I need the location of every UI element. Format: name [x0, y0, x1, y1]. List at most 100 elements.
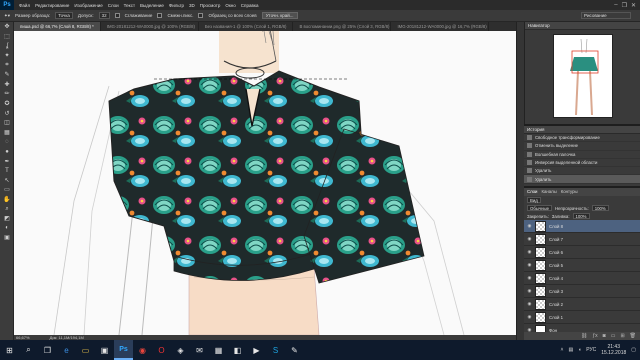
navigator-thumbnail[interactable]: [553, 34, 613, 118]
trash-icon[interactable]: 🗑: [630, 332, 636, 340]
healing-icon[interactable]: ✚: [0, 80, 14, 90]
layer-row[interactable]: ◉ Слой 7: [524, 233, 640, 246]
menu-edit[interactable]: Редактирование: [35, 3, 69, 8]
collapsed-panel-strip[interactable]: [516, 22, 524, 340]
tab-layers[interactable]: Слои: [527, 188, 537, 196]
media-icon[interactable]: ▶: [247, 340, 266, 360]
antialias-checkbox[interactable]: [114, 13, 120, 18]
fill-input[interactable]: 100%: [572, 213, 590, 219]
menu-help[interactable]: Справка: [241, 3, 259, 8]
tab-paths[interactable]: Контуры: [561, 188, 578, 196]
history-tab[interactable]: История: [524, 126, 640, 134]
start-icon[interactable]: ⊞: [0, 340, 19, 360]
tab-document-5[interactable]: IMG-20181212-WA0000.jpg @ 16,7% (RGB/8): [391, 22, 490, 31]
notifications-icon[interactable]: ▢: [631, 347, 636, 353]
link-layers-icon[interactable]: ⛓: [581, 332, 587, 340]
refine-edge-button[interactable]: Уточн. край...: [261, 12, 298, 19]
document-canvas[interactable]: [14, 31, 516, 335]
contiguous-checkbox[interactable]: [157, 13, 163, 18]
menu-file[interactable]: Файл: [19, 3, 30, 8]
layer-row[interactable]: ◉ Слой 1: [524, 311, 640, 324]
tab-document-3[interactable]: Без названия-1 @ 100% (Слой 1, RGB/8): [198, 22, 294, 31]
menu-image[interactable]: Изображение: [74, 3, 102, 8]
screenmode-icon[interactable]: ▣: [0, 233, 14, 243]
magic-wand-tool-icon[interactable]: ✦▾: [4, 13, 10, 19]
menu-window[interactable]: Окно: [225, 3, 235, 8]
layer-row[interactable]: ◉ Слой 3: [524, 285, 640, 298]
history-item[interactable]: Свободное трансформирование: [524, 134, 640, 143]
task-view-icon[interactable]: ❐: [38, 340, 57, 360]
shape-icon[interactable]: ▭: [0, 185, 14, 195]
navigator-tab[interactable]: Навигатор: [525, 22, 640, 30]
yandex-icon[interactable]: ◈: [171, 340, 190, 360]
blend-mode-select[interactable]: Обычные: [527, 205, 552, 211]
tab-document-2[interactable]: IMG-20181212-WA0000.jpg @ 100% (RGB/8): [100, 22, 199, 31]
gradient-icon[interactable]: ▦: [0, 128, 14, 138]
opera-icon[interactable]: O: [152, 340, 171, 360]
pen-icon[interactable]: ✒: [0, 156, 14, 166]
fx-icon[interactable]: ƒx: [592, 332, 597, 340]
layer-kind-filter[interactable]: Вид: [527, 197, 541, 203]
move-icon[interactable]: ✥: [0, 22, 14, 32]
zoom-icon[interactable]: ⌕: [0, 204, 14, 214]
visibility-eye-icon[interactable]: ◉: [527, 223, 532, 229]
colors-icon[interactable]: ◩: [0, 214, 14, 224]
explorer-icon[interactable]: ▭: [76, 340, 95, 360]
tab-document-1[interactable]: пиша.psd @ 66,7% (Слой 8, RGB/8) *: [14, 22, 101, 31]
layer-row[interactable]: ◉ Слой 8: [524, 220, 640, 233]
menu-layers[interactable]: Слои: [108, 3, 119, 8]
tray-arrow-icon[interactable]: ˄: [561, 347, 564, 353]
photos-icon[interactable]: ▦: [209, 340, 228, 360]
hand-icon[interactable]: ✋: [0, 195, 14, 205]
visibility-eye-icon[interactable]: ◉: [527, 314, 532, 320]
menu-select[interactable]: Выделение: [140, 3, 164, 8]
volume-icon[interactable]: ◖: [578, 347, 581, 353]
sample-size-select[interactable]: Точка: [55, 12, 73, 19]
store-icon[interactable]: ▣: [95, 340, 114, 360]
blur-icon[interactable]: ◌: [0, 137, 14, 147]
crop-icon[interactable]: ⌗: [0, 60, 14, 70]
history-item[interactable]: Волшебная палочка: [524, 151, 640, 159]
history-item-current[interactable]: Удалить: [524, 175, 640, 184]
workspace-select[interactable]: Рисование: [581, 12, 631, 19]
brush-icon[interactable]: ✏: [0, 89, 14, 99]
layer-row[interactable]: ◉ Слой 6: [524, 246, 640, 259]
visibility-eye-icon[interactable]: ◉: [527, 236, 532, 242]
layer-row[interactable]: ◉ Слой 2: [524, 298, 640, 311]
menu-filter[interactable]: Фильтр: [169, 3, 184, 8]
menu-3d[interactable]: 3D: [189, 3, 195, 8]
history-item[interactable]: Отменить выделение: [524, 142, 640, 151]
folder-icon[interactable]: ▭: [611, 332, 616, 340]
menu-view[interactable]: Просмотр: [200, 3, 221, 8]
search-icon[interactable]: ⌕: [19, 340, 38, 360]
history-brush-icon[interactable]: ↺: [0, 108, 14, 118]
chrome-icon[interactable]: ◉: [133, 340, 152, 360]
new-layer-icon[interactable]: ⊞: [620, 332, 624, 340]
visibility-eye-icon[interactable]: ◉: [527, 262, 532, 268]
restore-icon[interactable]: ❐: [622, 2, 627, 9]
eraser-icon[interactable]: ◫: [0, 118, 14, 128]
minimize-icon[interactable]: –: [614, 2, 617, 9]
clone-stamp-icon[interactable]: ✪: [0, 99, 14, 109]
visibility-eye-icon[interactable]: ◉: [527, 288, 532, 294]
visibility-eye-icon[interactable]: ◉: [527, 249, 532, 255]
photoshop-taskbar-icon[interactable]: Ps: [114, 340, 133, 360]
history-item[interactable]: Удалить: [524, 167, 640, 176]
skype-icon[interactable]: S: [266, 340, 285, 360]
close-icon[interactable]: ✕: [631, 2, 636, 9]
vk-icon[interactable]: ✎: [285, 340, 304, 360]
layer-row[interactable]: ◉ Слой 4: [524, 272, 640, 285]
layer-row[interactable]: ◉ Слой 5: [524, 259, 640, 272]
dodge-icon[interactable]: ●: [0, 147, 14, 157]
all-layers-checkbox[interactable]: [198, 13, 204, 18]
opacity-input[interactable]: 100%: [591, 205, 609, 211]
history-item[interactable]: Инверсия выделенной области: [524, 159, 640, 168]
marquee-icon[interactable]: ⬚: [0, 32, 14, 42]
lasso-icon[interactable]: ʆ: [0, 41, 14, 51]
app-icon[interactable]: ◧: [228, 340, 247, 360]
type-icon[interactable]: T: [0, 166, 14, 176]
visibility-eye-icon[interactable]: ◉: [527, 301, 532, 307]
menu-type[interactable]: Текст: [124, 3, 135, 8]
tab-channels[interactable]: Каналы: [541, 188, 556, 196]
tolerance-input[interactable]: 32: [98, 12, 110, 19]
